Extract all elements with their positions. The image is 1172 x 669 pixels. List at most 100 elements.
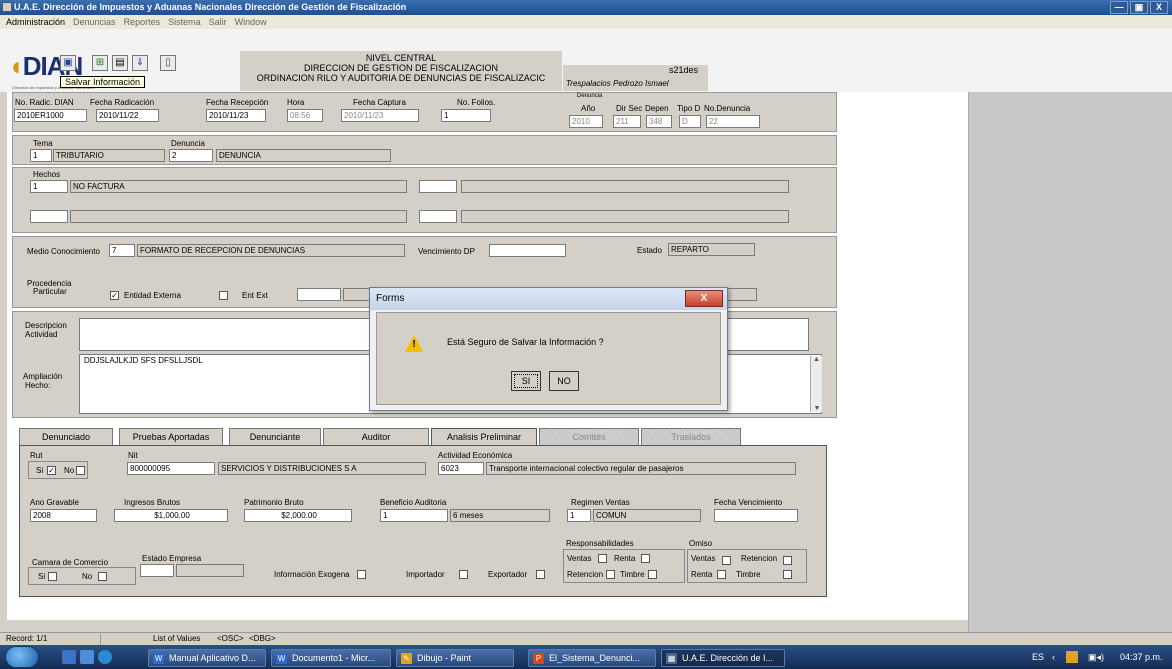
show-desktop-icon[interactable] (62, 650, 76, 664)
hora-field[interactable]: 08:56 (287, 109, 323, 122)
ano-gravable-field[interactable]: 2008 (30, 509, 97, 522)
resp-retencion-checkbox[interactable] (606, 570, 615, 579)
dialog-no-button[interactable]: NO (549, 371, 579, 391)
exogena-checkbox[interactable] (357, 570, 366, 579)
fecha-vencimiento-field[interactable] (714, 509, 798, 522)
start-button[interactable] (5, 646, 39, 668)
clock[interactable]: 04:37 p.m. (1120, 645, 1163, 669)
label-ent-ext: Ent Ext (242, 291, 268, 300)
dialog-close-button[interactable]: X (685, 290, 723, 307)
scroll-up-icon[interactable]: ▲ (811, 356, 822, 363)
task-manual-aplicativo[interactable]: W Manual Aplicativo D... (148, 649, 266, 667)
ampliacion-scrollbar[interactable]: ▲ ▼ (810, 356, 822, 412)
close-button[interactable]: X (1150, 1, 1168, 14)
depen-field[interactable]: 348 (646, 115, 672, 128)
label-medio: Medio Conocimiento (27, 247, 100, 256)
resp-renta-checkbox[interactable] (641, 554, 650, 563)
save-icon[interactable]: ▣ (60, 55, 76, 71)
medio-code-field[interactable]: 7 (109, 244, 135, 257)
tab-denunciante[interactable]: Denunciante (229, 428, 321, 446)
tab-auditor[interactable]: Auditor (323, 428, 429, 446)
ingresos-field[interactable]: $1,000.00 (114, 509, 228, 522)
particular-checkbox[interactable]: ✓ (110, 291, 119, 300)
entidad-externa-checkbox[interactable] (219, 291, 228, 300)
hecho2-code-field[interactable] (419, 180, 457, 193)
tray-expand-icon[interactable]: ‹ (1052, 645, 1055, 669)
label-importador: Importador (406, 570, 445, 579)
menu-reportes[interactable]: Reportes (124, 15, 161, 29)
tray-app-icon[interactable] (1066, 651, 1078, 663)
user-name: Trespalacios Pedrozo Ismael (566, 79, 669, 88)
label-patrimonio: Patrimonio Bruto (244, 498, 304, 507)
resp-timbre-checkbox[interactable] (648, 570, 657, 579)
beneficio-code-field[interactable]: 1 (380, 509, 448, 522)
denuncia-code-field[interactable]: 2 (169, 149, 213, 162)
resp-ventas-checkbox[interactable] (598, 554, 607, 563)
task-dibujo-paint[interactable]: ✎ Dibujo - Paint (396, 649, 514, 667)
folios-field[interactable]: 1 (441, 109, 491, 122)
fecha-recep-field[interactable]: 2010/11/23 (206, 109, 266, 122)
minimize-button[interactable]: — (1110, 1, 1128, 14)
omiso-timbre-checkbox[interactable] (783, 570, 792, 579)
task-documento1[interactable]: W Documento1 - Micr... (271, 649, 391, 667)
task-uae-direccion[interactable]: ▦ U.A.E. Dirección de I... (661, 649, 785, 667)
task-el-sistema-denunci[interactable]: P El_Sistema_Denunci... (528, 649, 656, 667)
exit-door-icon[interactable]: ▯ (160, 55, 176, 71)
dirsec-field[interactable]: 211 (613, 115, 641, 128)
language-indicator[interactable]: ES (1032, 645, 1044, 669)
hecho4-code-field[interactable] (419, 210, 457, 223)
menu-bar: Administración Denuncias Reportes Sistem… (0, 15, 1172, 29)
hecho2-desc-field (461, 180, 789, 193)
vencimiento-dp-field[interactable] (489, 244, 566, 257)
ano-field[interactable]: 2010 (569, 115, 603, 128)
nit-field[interactable]: 800000095 (127, 462, 215, 475)
word-icon: W (153, 653, 164, 664)
window-switch-icon[interactable] (80, 650, 94, 664)
actividad-code-field[interactable]: 6023 (438, 462, 484, 475)
scroll-down-icon[interactable]: ▼ (811, 405, 823, 412)
estado-empresa-code-field[interactable] (140, 564, 174, 577)
label-tipo: Tipo D (677, 104, 701, 113)
fecha-radic-field[interactable]: 2010/11/22 (96, 109, 159, 122)
download-icon[interactable]: ⇓ (132, 55, 148, 71)
label-fecha-vencimiento: Fecha Vencimiento (714, 498, 783, 507)
maximize-button[interactable]: ▣ (1130, 1, 1148, 14)
omiso-ventas-checkbox[interactable] (722, 556, 731, 565)
regimen-code-field[interactable]: 1 (567, 509, 591, 522)
menu-denuncias[interactable]: Denuncias (73, 15, 116, 29)
print-icon[interactable]: ▤ (112, 55, 128, 71)
window-title: U.A.E. Dirección de Impuestos y Aduanas … (14, 2, 407, 12)
patrimonio-field[interactable]: $2,000.00 (244, 509, 352, 522)
header-box: NIVEL CENTRAL DIRECCION DE GESTION DE FI… (240, 51, 562, 91)
hecho3-desc-field (70, 210, 407, 223)
tab-denunciado[interactable]: Denunciado (19, 428, 113, 446)
menu-salir[interactable]: Salir (209, 15, 227, 29)
exportador-checkbox[interactable] (536, 570, 545, 579)
medio-desc-field: FORMATO DE RECEPCION DE DENUNCIAS (137, 244, 405, 257)
hecho1-code-field[interactable]: 1 (30, 180, 68, 193)
tab-pruebas-aportadas[interactable]: Pruebas Aportadas (119, 428, 223, 446)
fecha-captura-field[interactable]: 2010/11/23 (341, 109, 419, 122)
tipo-field[interactable]: D (679, 115, 701, 128)
menu-window[interactable]: Window (235, 15, 267, 29)
menu-sistema[interactable]: Sistema (168, 15, 201, 29)
label-resp-ventas: Ventas (567, 554, 592, 563)
tema-code-field[interactable]: 1 (30, 149, 52, 162)
menu-administracion[interactable]: Administración (6, 15, 65, 29)
dialog-yes-button[interactable]: SI (511, 371, 541, 391)
hecho1-desc-field: NO FACTURA (70, 180, 407, 193)
tab-traslados[interactable]: Traslados (641, 428, 741, 446)
internet-explorer-icon[interactable] (98, 650, 112, 664)
tab-comites[interactable]: Comites (539, 428, 639, 446)
ent-ext-code-field[interactable] (297, 288, 341, 301)
importador-checkbox[interactable] (459, 570, 468, 579)
nodenuncia-field[interactable]: 22 (706, 115, 760, 128)
no-radic-field[interactable]: 2010ER1000 (14, 109, 87, 122)
label-hecho: Hecho: (25, 381, 51, 390)
insert-record-icon[interactable]: ⊞ (92, 55, 108, 71)
hecho3-code-field[interactable] (30, 210, 68, 223)
omiso-retencion-checkbox[interactable] (783, 556, 792, 565)
network-volume-icon[interactable]: ▣◂) (1088, 645, 1104, 669)
omiso-renta-checkbox[interactable] (717, 570, 726, 579)
word-icon: W (276, 653, 287, 664)
